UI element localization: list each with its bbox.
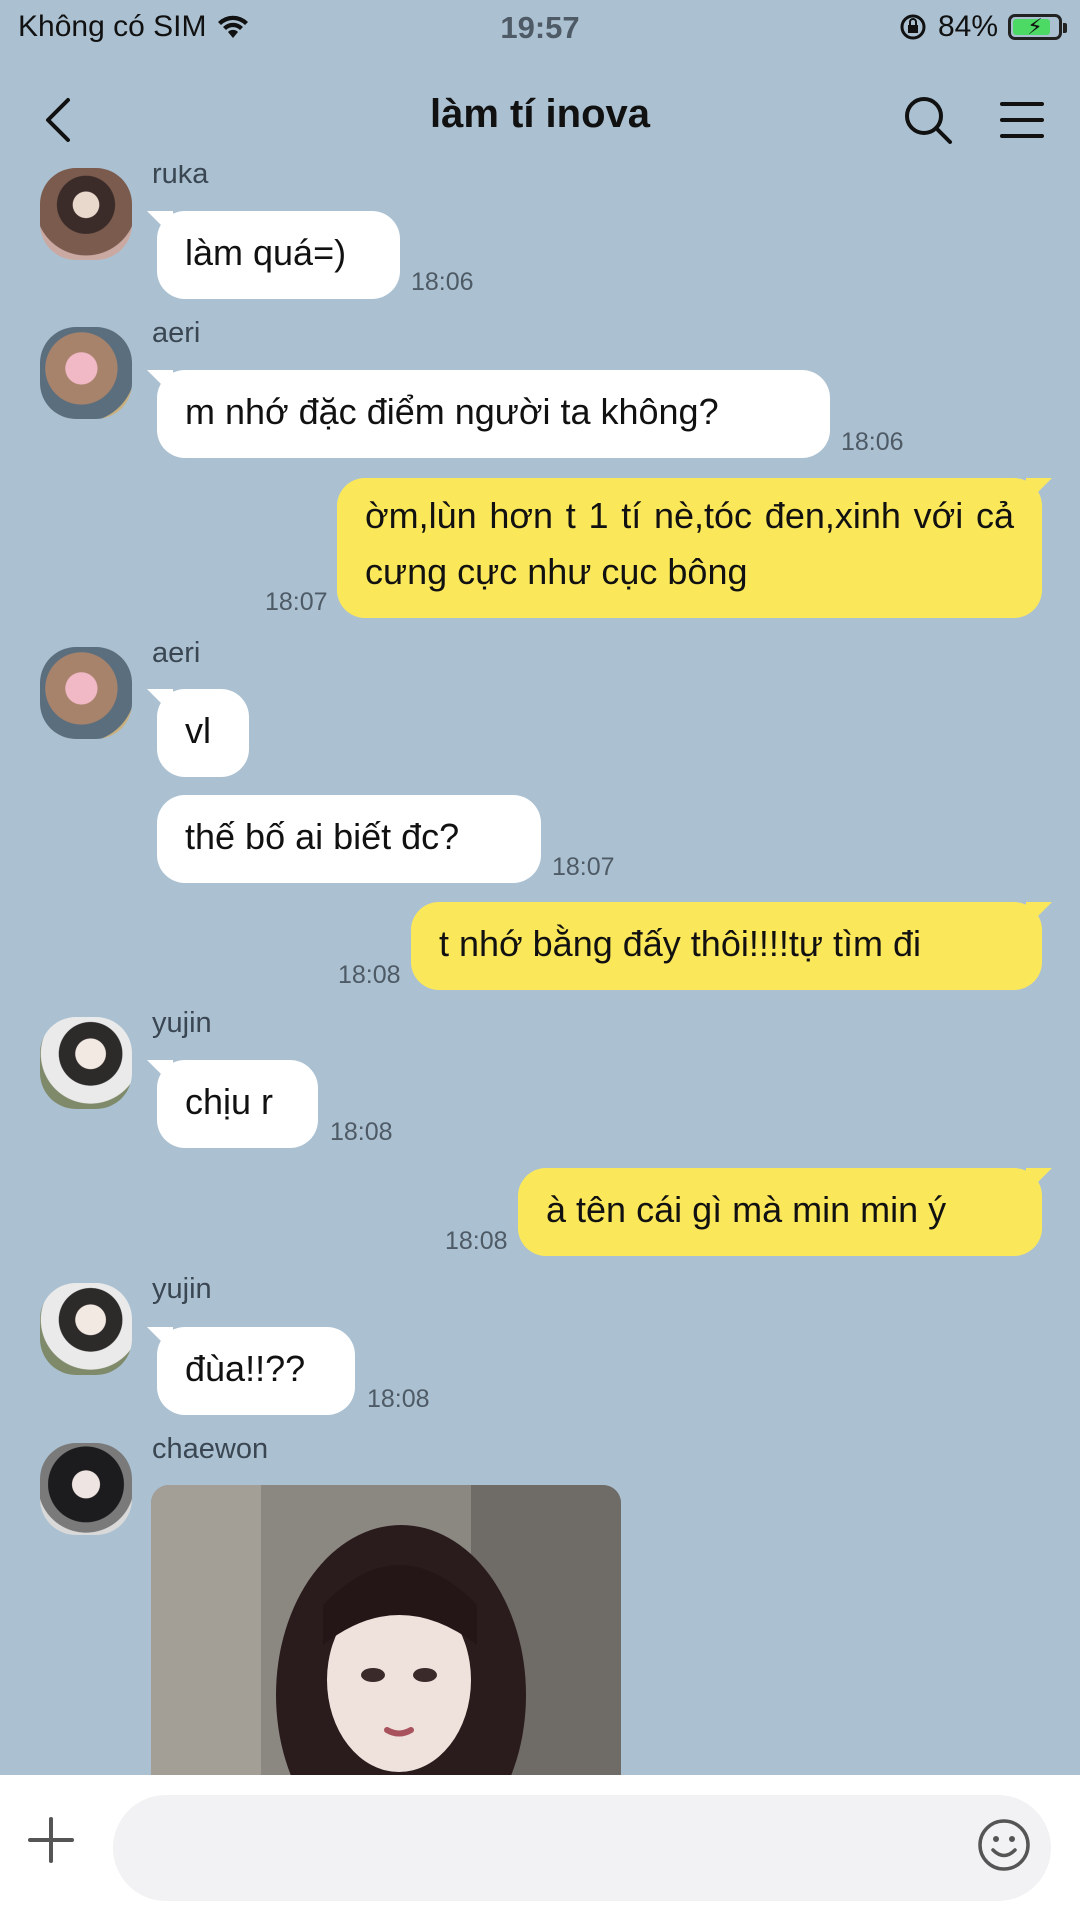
battery-icon: ⚡ xyxy=(1008,14,1067,40)
message-time: 18:06 xyxy=(841,428,904,456)
message-bubble-incoming[interactable]: chịu r xyxy=(157,1060,318,1148)
message-text: m nhớ đặc điểm người ta không? xyxy=(185,391,719,432)
message-bubble-incoming[interactable]: làm quá=) xyxy=(157,211,400,299)
photo-attachment[interactable] xyxy=(151,1485,621,1775)
message-time: 18:06 xyxy=(411,268,474,296)
avatar-yujin[interactable] xyxy=(40,1017,132,1109)
sender-name: ruka xyxy=(152,165,209,190)
message-bubble-incoming[interactable]: vl xyxy=(157,689,249,777)
message-text: vl xyxy=(185,710,211,751)
sender-name: yujin xyxy=(152,1273,212,1305)
charging-bolt-icon: ⚡ xyxy=(1027,14,1043,39)
message-bubble-incoming[interactable]: đùa!!?? xyxy=(157,1327,355,1415)
avatar-yujin[interactable] xyxy=(40,1283,132,1375)
message-text: đùa!!?? xyxy=(185,1348,306,1389)
avatar-aeri[interactable] xyxy=(40,327,132,419)
message-bubble-outgoing[interactable]: t nhớ bằng đấy thôi!!!!tự tìm đi xyxy=(411,902,1042,990)
menu-icon[interactable] xyxy=(998,96,1046,144)
avatar-chaewon[interactable] xyxy=(40,1443,132,1535)
sender-name: aeri xyxy=(152,317,201,349)
message-text: t nhớ bằng đấy thôi!!!!tự tìm đi xyxy=(439,923,921,964)
message-bubble-outgoing[interactable]: ờm,lùn hơn t 1 tí nè,tóc đen,xinh với cả… xyxy=(337,478,1042,618)
message-bubble-incoming[interactable]: thế bố ai biết đc? xyxy=(157,795,541,883)
message-bubble-outgoing[interactable]: à tên cái gì mà min min ý xyxy=(518,1168,1042,1256)
message-text: à tên cái gì mà min min ý xyxy=(546,1189,947,1230)
message-time: 18:08 xyxy=(367,1385,430,1413)
status-right: 84% ⚡ xyxy=(898,10,1067,44)
avatar-ruka[interactable] xyxy=(40,168,132,260)
emoji-icon[interactable] xyxy=(976,1817,1032,1873)
battery-percent: 84% xyxy=(937,10,998,43)
photo-image xyxy=(151,1485,621,1775)
chat-messages[interactable]: ruka làm quá=) 18:06 aeri m nhớ đặc điểm… xyxy=(0,165,1080,1775)
search-icon[interactable] xyxy=(900,92,956,148)
plus-icon[interactable] xyxy=(26,1815,76,1865)
message-input-bar xyxy=(0,1775,1080,1920)
sender-name: aeri xyxy=(152,637,201,669)
message-input[interactable] xyxy=(113,1795,1051,1901)
message-text: chịu r xyxy=(185,1081,274,1122)
battery-tip xyxy=(1063,23,1067,33)
orientation-lock-icon xyxy=(900,14,926,40)
avatar-aeri[interactable] xyxy=(40,647,132,739)
message-time: 18:07 xyxy=(552,853,615,881)
message-time: 18:08 xyxy=(338,961,401,989)
message-time: 18:07 xyxy=(265,588,328,616)
message-text: ờm,lùn hơn t 1 tí nè,tóc đen,xinh với cả… xyxy=(365,495,1014,592)
chat-header: làm tí inova xyxy=(0,70,1080,170)
message-text: làm quá=) xyxy=(185,232,347,273)
message-time: 18:08 xyxy=(445,1227,508,1255)
message-text: thế bố ai biết đc? xyxy=(185,816,460,857)
sender-name: chaewon xyxy=(152,1433,269,1465)
message-bubble-incoming[interactable]: m nhớ đặc điểm người ta không? xyxy=(157,370,830,458)
status-bar: Không có SIM 19:57 84% ⚡ xyxy=(0,0,1080,58)
message-time: 18:08 xyxy=(330,1118,393,1146)
sender-name: yujin xyxy=(152,1007,212,1039)
